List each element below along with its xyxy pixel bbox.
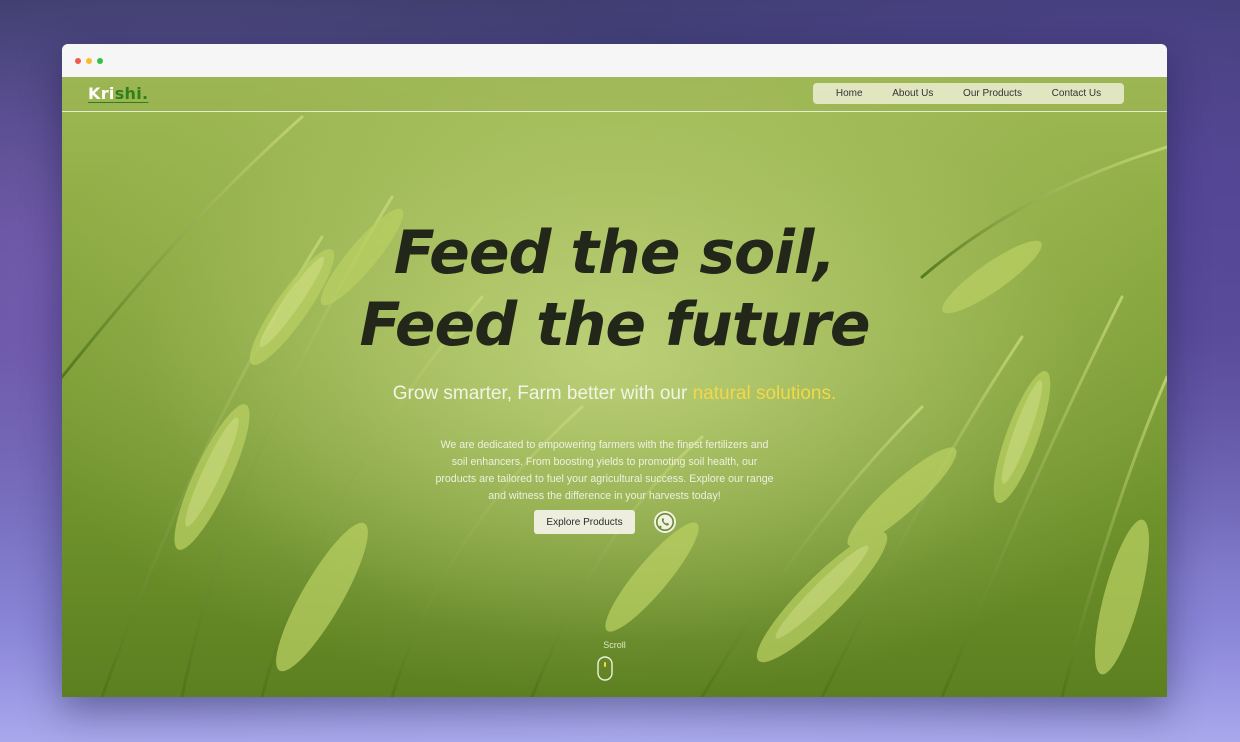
browser-titlebar (62, 44, 1167, 78)
scroll-label: Scroll (603, 640, 626, 650)
hero-subheadline-plain: Grow smarter, Farm better with our (392, 383, 693, 404)
hero-subheadline: Grow smarter, Farm better with our natur… (62, 383, 1167, 405)
hero-headline-line2: Feed the future (359, 290, 870, 360)
hero-headline-line1: Feed the soil, (393, 218, 836, 288)
browser-window: Krishi. Home About Us Our Products Conta… (62, 44, 1167, 697)
hero-subheadline-highlight: natural solutions. (692, 383, 837, 404)
maximize-window-button[interactable] (97, 58, 103, 64)
hero-section: Feed the soil, Feed the future Grow smar… (62, 77, 1167, 697)
explore-products-button[interactable]: Explore Products (534, 510, 635, 534)
close-window-button[interactable] (75, 58, 81, 64)
whatsapp-icon[interactable] (653, 510, 677, 534)
mouse-scroll-icon[interactable] (597, 656, 613, 681)
hero-description: We are dedicated to empowering farmers w… (435, 439, 774, 502)
minimize-window-button[interactable] (86, 58, 92, 64)
page-viewport: Krishi. Home About Us Our Products Conta… (62, 77, 1167, 697)
